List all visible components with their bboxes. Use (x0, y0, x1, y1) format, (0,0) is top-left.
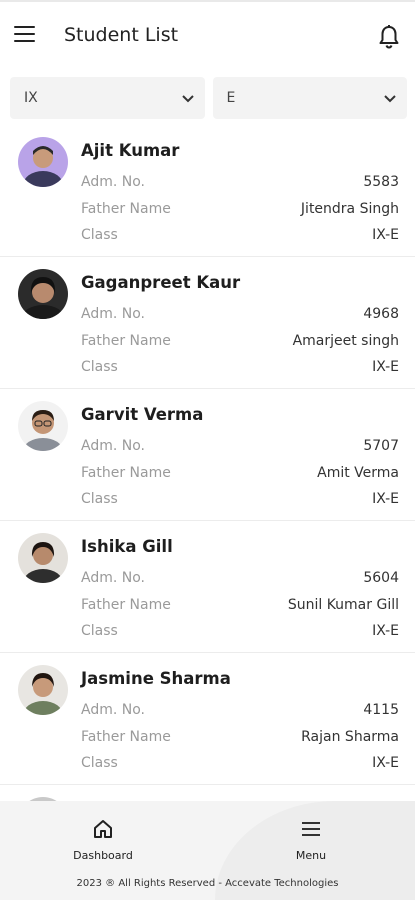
class-value: IX-E (372, 755, 399, 771)
father-name-label: Father Name (81, 729, 171, 745)
adm-no-label: Adm. No. (81, 438, 145, 454)
class-label: Class (81, 623, 118, 639)
adm-no-label: Adm. No. (81, 306, 145, 322)
menu-icon (302, 822, 320, 836)
adm-no-row: Adm. No. 5604 (81, 570, 399, 586)
father-name-label: Father Name (81, 597, 171, 613)
nav-dashboard-label: Dashboard (73, 849, 133, 862)
class-label: Class (81, 491, 118, 507)
father-name-label: Father Name (81, 333, 171, 349)
page-title: Student List (64, 24, 179, 46)
adm-no-label: Adm. No. (81, 702, 145, 718)
avatar (18, 269, 68, 319)
class-row: Class IX-E (81, 227, 399, 243)
class-row: Class IX-E (81, 359, 399, 375)
class-select-value: IX (24, 90, 38, 106)
father-name-row: Father Name Rajan Sharma (81, 729, 399, 745)
app-header: Student List (0, 0, 415, 70)
adm-no-value: 4968 (363, 306, 399, 322)
class-value: IX-E (372, 491, 399, 507)
student-name: Jasmine Sharma (81, 669, 231, 688)
father-name-value: Amit Verma (317, 465, 399, 481)
father-name-value: Jitendra Singh (300, 201, 399, 217)
student-card[interactable]: Ajit Kumar Adm. No. 5583 Father Name Jiten… (0, 125, 415, 257)
adm-no-value: 5707 (363, 438, 399, 454)
home-icon (94, 820, 112, 838)
father-name-value: Amarjeet singh (292, 333, 399, 349)
class-select[interactable]: IX (10, 77, 205, 119)
student-card[interactable]: Gaganpreet Kaur Adm. No. 4968 Father Name… (0, 257, 415, 389)
adm-no-row: Adm. No. 4968 (81, 306, 399, 322)
adm-no-row: Adm. No. 4115 (81, 702, 399, 718)
father-name-row: Father Name Amit Verma (81, 465, 399, 481)
hamburger-menu-icon[interactable] (14, 26, 38, 46)
father-name-row: Father Name Jitendra Singh (81, 201, 399, 217)
adm-no-row: Adm. No. 5707 (81, 438, 399, 454)
adm-no-value: 5583 (363, 174, 399, 190)
student-card[interactable]: Garvit Verma Adm. No. 5707 Father Name Ami… (0, 389, 415, 521)
section-select[interactable]: E (212, 77, 407, 119)
student-name: Gaganpreet Kaur (81, 273, 241, 292)
avatar (18, 401, 68, 451)
class-row: Class IX-E (81, 623, 399, 639)
adm-no-row: Adm. No. 5583 (81, 174, 399, 190)
class-label: Class (81, 359, 118, 375)
chevron-down-icon (384, 95, 396, 103)
section-select-value: E (226, 90, 236, 106)
nav-dashboard[interactable]: Dashboard (58, 819, 148, 862)
bell-icon[interactable] (377, 24, 401, 50)
class-row: Class IX-E (81, 491, 399, 507)
chevron-down-icon (181, 95, 194, 103)
avatar (18, 665, 68, 715)
class-value: IX-E (372, 227, 399, 243)
avatar (18, 533, 68, 583)
student-name: Garvit Verma (81, 405, 204, 424)
adm-no-label: Adm. No. (81, 570, 145, 586)
adm-no-value: 4115 (363, 702, 399, 718)
father-name-value: Sunil Kumar Gill (287, 597, 399, 613)
footer-copyright: 2023 ® All Rights Reserved - Accevate Te… (76, 878, 339, 889)
class-label: Class (81, 227, 118, 243)
father-name-row: Father Name Amarjeet singh (81, 333, 399, 349)
adm-no-label: Adm. No. (81, 174, 145, 190)
class-value: IX-E (372, 359, 399, 375)
student-list: Ajit Kumar Adm. No. 5583 Father Name Jiten… (0, 125, 415, 801)
class-label: Class (81, 755, 118, 771)
nav-menu-label: Menu (295, 849, 327, 862)
father-name-value: Rajan Sharma (301, 729, 399, 745)
student-name: Ishika Gill (81, 537, 173, 556)
father-name-label: Father Name (81, 465, 171, 481)
filter-bar: IX E (10, 77, 407, 119)
student-card[interactable]: Ishika Gill Adm. No. 5604 Father Name Suni… (0, 521, 415, 653)
father-name-label: Father Name (81, 201, 171, 217)
avatar (18, 137, 68, 187)
student-card-partial[interactable] (0, 785, 415, 801)
class-row: Class IX-E (81, 755, 399, 771)
student-name: Ajit Kumar (81, 141, 180, 160)
student-card[interactable]: Jasmine Sharma Adm. No. 4115 Father Name R… (0, 653, 415, 785)
nav-menu[interactable]: Menu (266, 819, 356, 862)
father-name-row: Father Name Sunil Kumar Gill (81, 597, 399, 613)
class-value: IX-E (372, 623, 399, 639)
adm-no-value: 5604 (363, 570, 399, 586)
